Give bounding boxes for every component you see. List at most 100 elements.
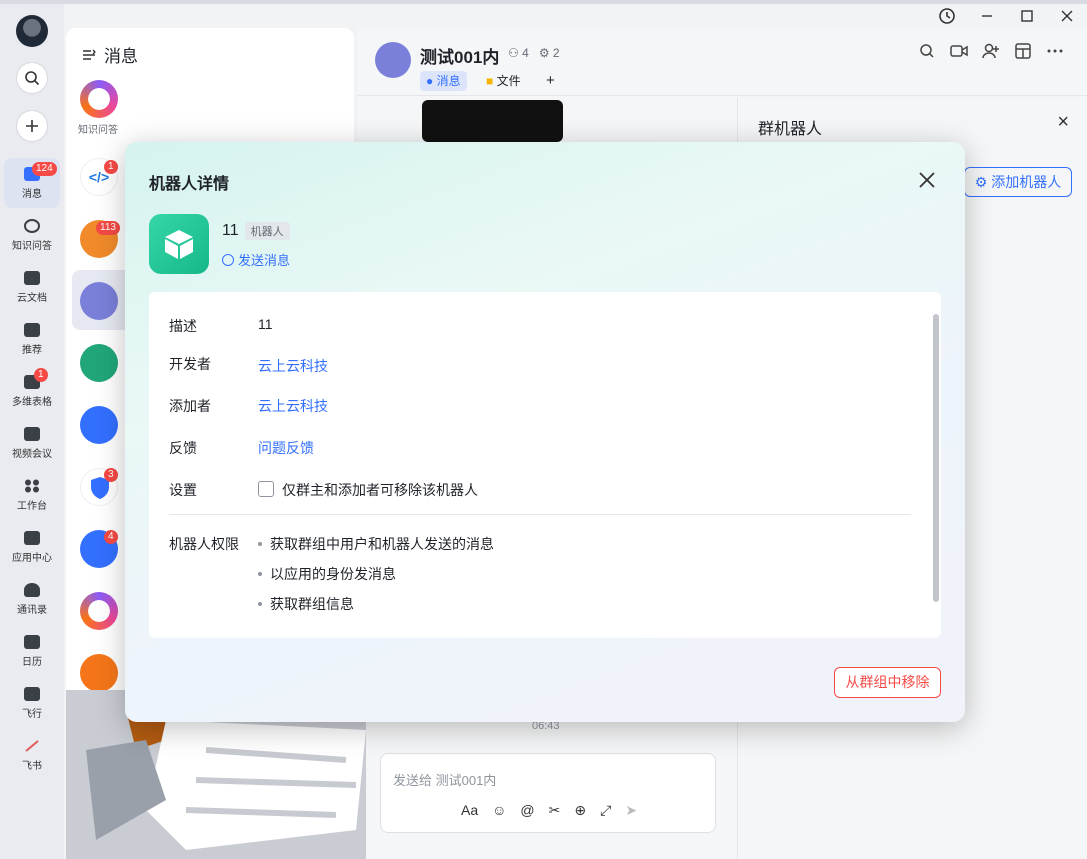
minimize-icon[interactable]: [967, 4, 1007, 28]
plus-circle-icon[interactable]: ⊕: [574, 802, 586, 819]
format-icon[interactable]: Aa: [461, 802, 478, 819]
add-bot-button[interactable]: ⚙ 添加机器人: [964, 167, 1072, 197]
rail-label: 应用中心: [12, 552, 52, 564]
rail-item-calendar[interactable]: 日历: [4, 626, 60, 676]
more-icon[interactable]: [1046, 42, 1064, 60]
bot-info-card: 描述 11 开发者 云上云科技 添加者 云上云科技 反馈 问题反馈 设置 仅群主…: [149, 292, 941, 638]
rail-item-messages[interactable]: 消息 124: [4, 158, 60, 208]
qa-chat-avatar-2[interactable]: [80, 592, 118, 630]
emoji-icon[interactable]: ☺: [492, 802, 506, 819]
permission-item: 获取群组信息: [258, 594, 354, 614]
chat-title: 测试001内: [420, 48, 500, 67]
maximize-icon[interactable]: [1007, 4, 1047, 28]
close-window-icon[interactable]: [1047, 4, 1087, 28]
rail-label: 云文档: [17, 292, 47, 304]
developer-link[interactable]: 云上云科技: [258, 356, 328, 376]
layout-icon[interactable]: [1014, 42, 1032, 60]
title-strip: [0, 0, 1087, 4]
settings-label: 设置: [169, 482, 197, 498]
rail-item-feishu[interactable]: 飞书: [4, 730, 60, 780]
book-icon: [24, 686, 40, 701]
pen-icon: [24, 739, 40, 753]
search-button[interactable]: [16, 62, 48, 94]
permissions-row: 机器人权限: [169, 534, 258, 554]
qa-chat-avatar[interactable]: [80, 80, 118, 118]
calendar-icon: [24, 634, 40, 649]
chat-header: 测试001内 ⚇ 4 ⚙ 2 ● 消息 ■ 文件 +: [358, 28, 1087, 96]
rail-label: 推荐: [22, 344, 42, 356]
rail-item-docs[interactable]: 云文档: [4, 262, 60, 312]
rail-label: 工作台: [17, 500, 47, 512]
rail-item-fly[interactable]: 飞行: [4, 678, 60, 728]
add-member-icon[interactable]: [982, 42, 1000, 60]
rail-label: 消息: [22, 188, 42, 200]
expand-icon[interactable]: ⤢: [600, 802, 611, 819]
adder-row: 添加者 云上云科技: [169, 396, 328, 416]
scissors-icon[interactable]: ✂: [549, 802, 561, 819]
chat-meta: ⚇ 4 ⚙ 2: [508, 46, 560, 60]
bot-count-icon: ⚙: [538, 46, 550, 60]
rail-item-qa[interactable]: 知识问答: [4, 210, 60, 260]
tab-add[interactable]: +: [540, 71, 561, 91]
left-rail: 消息 124 知识问答 云文档 推荐 多维表格 1 视频会议 工作台 应用中心 …: [0, 4, 64, 859]
bot-count: 2: [552, 46, 560, 60]
rail-item-recommend[interactable]: 推荐: [4, 314, 60, 364]
group-bots-title: 群机器人: [758, 121, 823, 138]
bot-name: 11: [222, 222, 239, 239]
send-icon[interactable]: ➤: [625, 802, 637, 819]
rail-label: 飞书: [22, 760, 42, 772]
unread-badge: 124: [32, 162, 57, 176]
group-avatar[interactable]: [375, 42, 411, 78]
remove-from-group-button[interactable]: 从群组中移除: [834, 667, 941, 698]
chat-list-header: 消息: [82, 42, 138, 67]
folder-icon: ■: [486, 74, 494, 88]
remove-permission-checkbox[interactable]: [258, 481, 274, 497]
selected-group-avatar[interactable]: [80, 282, 118, 320]
developer-label: 开发者: [169, 356, 211, 372]
contacts-icon: [24, 582, 40, 597]
close-icon[interactable]: ×: [1057, 111, 1069, 134]
close-dialog-button[interactable]: [915, 168, 939, 192]
tab-messages[interactable]: ● 消息: [420, 71, 467, 91]
media-image[interactable]: [422, 100, 563, 142]
permissions-label: 机器人权限: [169, 536, 239, 552]
tab-files[interactable]: ■ 文件: [480, 71, 527, 91]
feedback-row: 反馈 问题反馈: [169, 438, 314, 458]
bullet: [258, 572, 262, 576]
remove-permission-text: 仅群主和添加者可移除该机器人: [282, 482, 478, 498]
permission-item: 获取群组中用户和机器人发送的消息: [258, 534, 494, 554]
bot-name-row: 11 机器人: [222, 222, 290, 240]
orange-chat-avatar[interactable]: [80, 654, 118, 692]
rail-item-appcenter[interactable]: 应用中心: [4, 522, 60, 572]
bot-tag: 机器人: [244, 222, 290, 240]
search-chat-icon[interactable]: [918, 42, 936, 60]
unread-badge: 1: [104, 160, 118, 174]
add-button[interactable]: [16, 110, 48, 142]
user-avatar[interactable]: [16, 15, 48, 47]
feedback-label: 反馈: [169, 440, 197, 456]
grid-icon: [24, 479, 40, 493]
admin-group-avatar[interactable]: [80, 406, 118, 444]
message-composer[interactable]: 发送给 测试001内 Aa ☺ @ ✂ ⊕ ⤢ ➤: [380, 753, 716, 833]
settings-row: 设置 仅群主和添加者可移除该机器人: [169, 480, 478, 500]
list-filter-icon[interactable]: [82, 48, 96, 62]
rail-item-workplace[interactable]: 工作台: [4, 470, 60, 520]
adder-link[interactable]: 云上云科技: [258, 396, 328, 416]
rail-item-meeting[interactable]: 视频会议: [4, 418, 60, 468]
unread-badge: 1: [34, 368, 48, 382]
scrollbar[interactable]: [933, 314, 939, 602]
bot-detail-dialog: 机器人详情 11 机器人 发送消息 描述 11 开发者 云上云科技 添加者 云上…: [125, 142, 965, 722]
send-message-link[interactable]: 发送消息: [222, 250, 290, 269]
developer-row: 开发者 云上云科技: [169, 354, 328, 376]
video-call-icon[interactable]: [950, 42, 968, 60]
mention-icon[interactable]: @: [520, 802, 534, 819]
message-icon: [222, 253, 234, 266]
rail-item-bitable[interactable]: 多维表格 1: [4, 366, 60, 416]
app-bag-icon: [24, 530, 40, 545]
history-icon[interactable]: [927, 4, 967, 28]
unread-badge: 3: [104, 468, 118, 482]
composer-toolbar: Aa ☺ @ ✂ ⊕ ⤢ ➤: [461, 802, 637, 819]
green-group-avatar[interactable]: [80, 344, 118, 382]
rail-item-contacts[interactable]: 通讯录: [4, 574, 60, 624]
feedback-link[interactable]: 问题反馈: [258, 438, 314, 458]
